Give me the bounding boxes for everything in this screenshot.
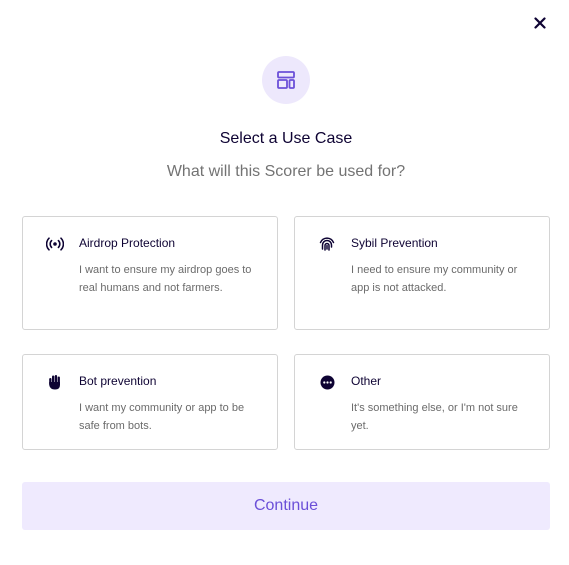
- dialog-title: Select a Use Case: [219, 130, 353, 147]
- option-card-other[interactable]: Other It's something else, or I'm not su…: [294, 354, 550, 450]
- close-button[interactable]: [531, 14, 549, 32]
- option-title: Airdrop Protection: [79, 236, 176, 250]
- hero-icon-badge: [262, 56, 310, 104]
- use-case-dialog: Select a Use Case What will this Scorer …: [0, 0, 569, 565]
- close-icon: [534, 17, 546, 29]
- option-description: I want to ensure my airdrop goes to real…: [79, 264, 252, 294]
- option-title: Other: [351, 374, 382, 388]
- ellipsis-circle-icon: [318, 373, 336, 391]
- hand-icon: [46, 373, 64, 391]
- broadcast-icon: [46, 235, 64, 253]
- option-description: I want my community or app to be safe fr…: [79, 402, 245, 432]
- option-title: Bot prevention: [79, 374, 157, 388]
- layout-template-icon: [277, 71, 295, 89]
- dialog-subtitle: What will this Scorer be used for?: [166, 163, 406, 180]
- option-description: It's something else, or I'm not sure yet…: [351, 402, 518, 432]
- option-description: I need to ensure my community or app is …: [351, 264, 518, 294]
- continue-button[interactable]: Continue: [22, 482, 550, 530]
- option-card-bot-prevention[interactable]: Bot prevention I want my community or ap…: [22, 354, 278, 450]
- option-card-sybil-prevention[interactable]: Sybil Prevention I need to ensure my com…: [294, 216, 550, 330]
- option-title: Sybil Prevention: [351, 236, 438, 250]
- option-card-airdrop-protection[interactable]: Airdrop Protection I want to ensure my a…: [22, 216, 278, 330]
- fingerprint-icon: [318, 235, 336, 253]
